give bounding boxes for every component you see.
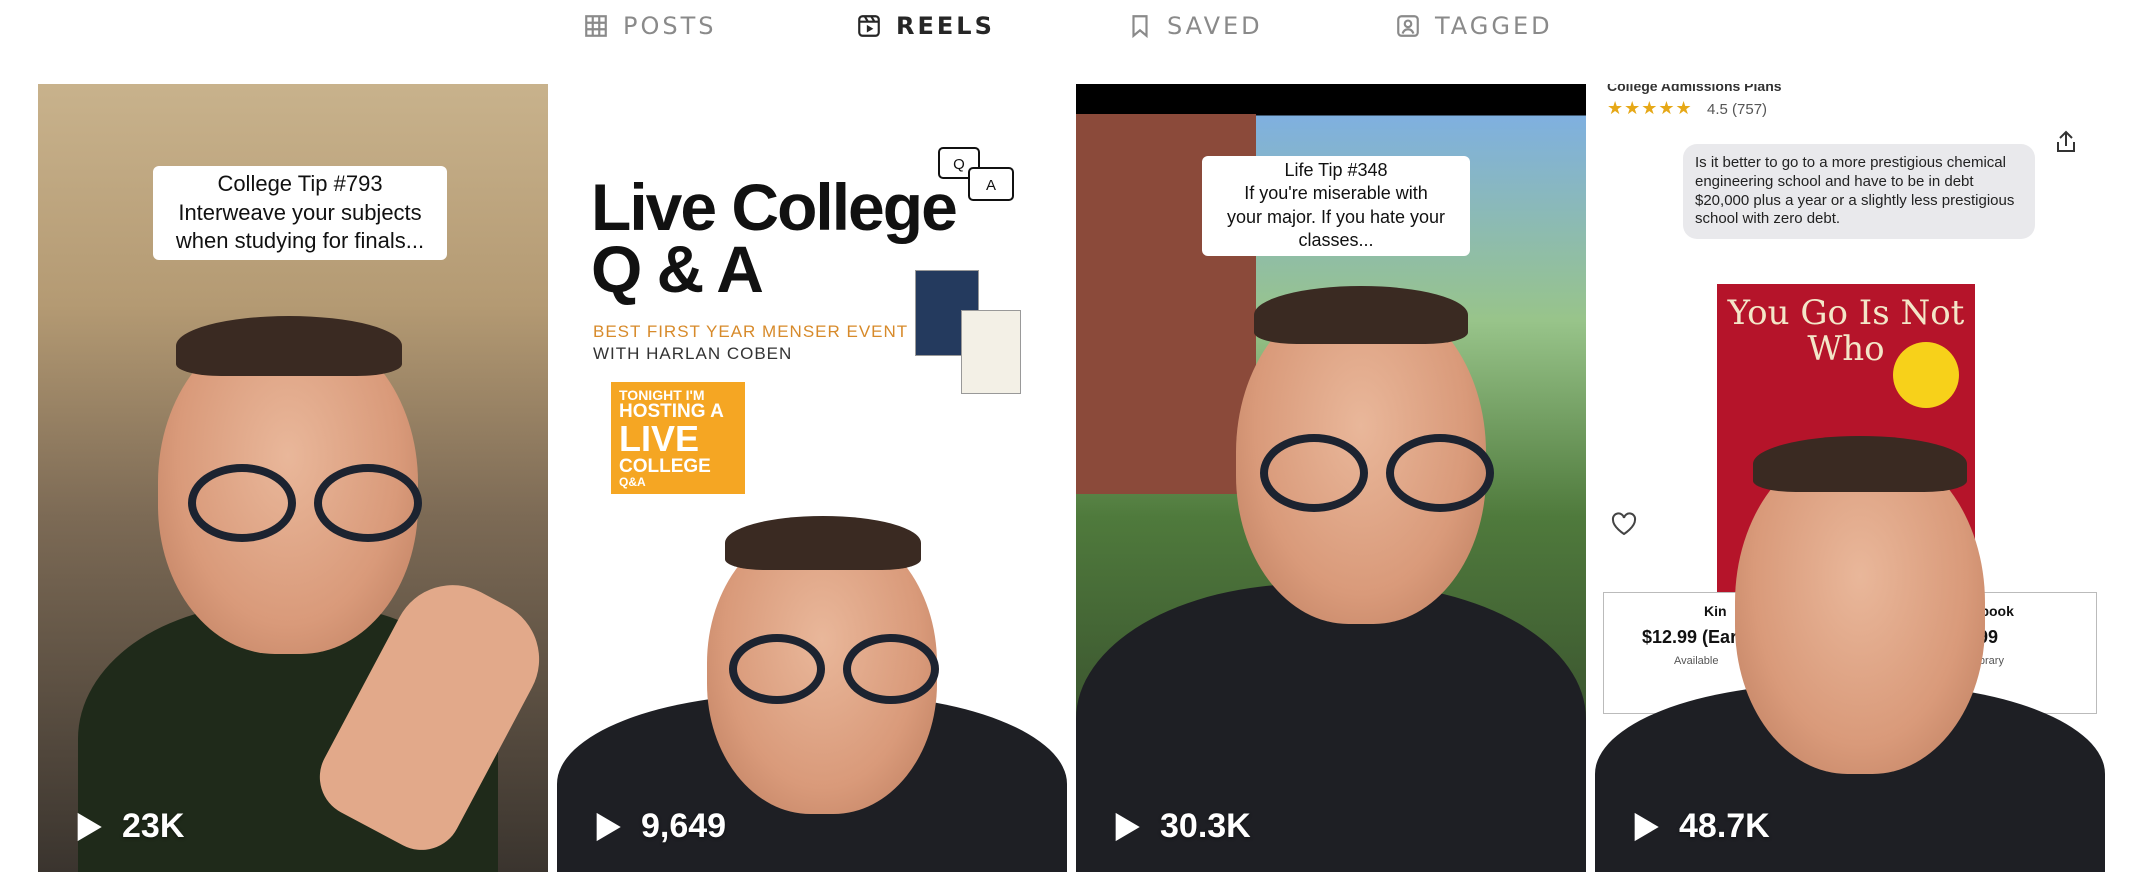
caption-line: when studying for finals... <box>175 228 425 254</box>
tab-saved[interactable]: SAVED <box>1127 8 1263 44</box>
event-title-line: Q & A <box>591 232 764 307</box>
play-icon <box>1115 812 1140 841</box>
caption-line: your major. If you hate your <box>1226 206 1446 227</box>
bookmark-icon <box>1132 15 1148 39</box>
view-count: 9,649 <box>593 807 726 846</box>
play-icon <box>596 812 621 841</box>
event-subtitle: BEST FIRST YEAR MENSER EVENT <box>593 322 909 341</box>
view-count: 30.3K <box>1112 807 1251 846</box>
tab-saved-label: SAVED <box>1167 12 1263 40</box>
promo-line: TONIGHT I'M <box>619 387 705 403</box>
view-count-label: 30.3K <box>1160 807 1251 845</box>
grid-icon <box>585 15 607 37</box>
reel-caption: College Tip #793 Interweave your subject… <box>153 166 447 260</box>
view-count-label: 48.7K <box>1679 807 1770 845</box>
play-icon <box>1634 812 1659 841</box>
reel-tile[interactable]: Life Tip #348 If you're miserable with y… <box>1076 84 1586 872</box>
tab-tagged-label: TAGGED <box>1435 12 1553 40</box>
tab-posts-label: POSTS <box>623 12 717 40</box>
product-title: College Admissions Plans <box>1607 84 1782 94</box>
reels-icon <box>858 15 880 37</box>
book-thumbnail <box>961 310 1021 394</box>
qa-q-text: Q <box>953 156 965 173</box>
event-subtitle: WITH HARLAN COBEN <box>593 344 793 363</box>
tab-posts[interactable]: POSTS <box>583 8 717 44</box>
question-bubble: Is it better to go to a more prestigious… <box>1683 144 2035 239</box>
qa-a-text: A <box>986 177 996 194</box>
event-title: Live College Q & A <box>591 170 958 307</box>
tab-reels[interactable]: REELS <box>856 8 995 44</box>
reel-tile[interactable]: College Admissions Plans ★★★★★ 4.5 (757)… <box>1595 84 2105 872</box>
view-count: 23K <box>74 807 184 846</box>
caption-line: Interweave your subjects <box>178 199 422 225</box>
rating-count: 4.5 (757) <box>1707 101 1768 118</box>
profile-tabs: POSTS REELS SAVED TAGGED <box>0 0 2132 52</box>
reel-tile[interactable]: College Tip #793 Interweave your subject… <box>38 84 548 872</box>
star-rating: ★★★★★ <box>1607 98 1693 118</box>
caption-line: classes... <box>1298 230 1374 251</box>
reel-tile[interactable]: Live College Q & A Q A BEST FIRST YEAR M… <box>557 84 1067 872</box>
caption-line: Life Tip #348 <box>1284 160 1388 180</box>
presenter-image <box>1595 384 2105 872</box>
caption-line: College Tip #793 <box>217 171 383 196</box>
promo-line: LIVE <box>619 418 700 459</box>
tab-reels-label: REELS <box>896 12 995 40</box>
view-count: 48.7K <box>1631 807 1770 846</box>
view-count-label: 23K <box>122 807 185 845</box>
tagged-user-icon <box>1397 15 1419 37</box>
play-icon <box>77 812 102 841</box>
share-icon <box>2057 130 2075 152</box>
reel-caption: Life Tip #348 If you're miserable with y… <box>1202 156 1470 256</box>
caption-line: If you're miserable with <box>1244 183 1428 204</box>
tab-tagged[interactable]: TAGGED <box>1395 8 1553 44</box>
view-count-label: 9,649 <box>641 807 727 845</box>
event-title-line: Live College <box>591 170 958 244</box>
qa-chat-icon: Q A <box>938 147 1014 201</box>
